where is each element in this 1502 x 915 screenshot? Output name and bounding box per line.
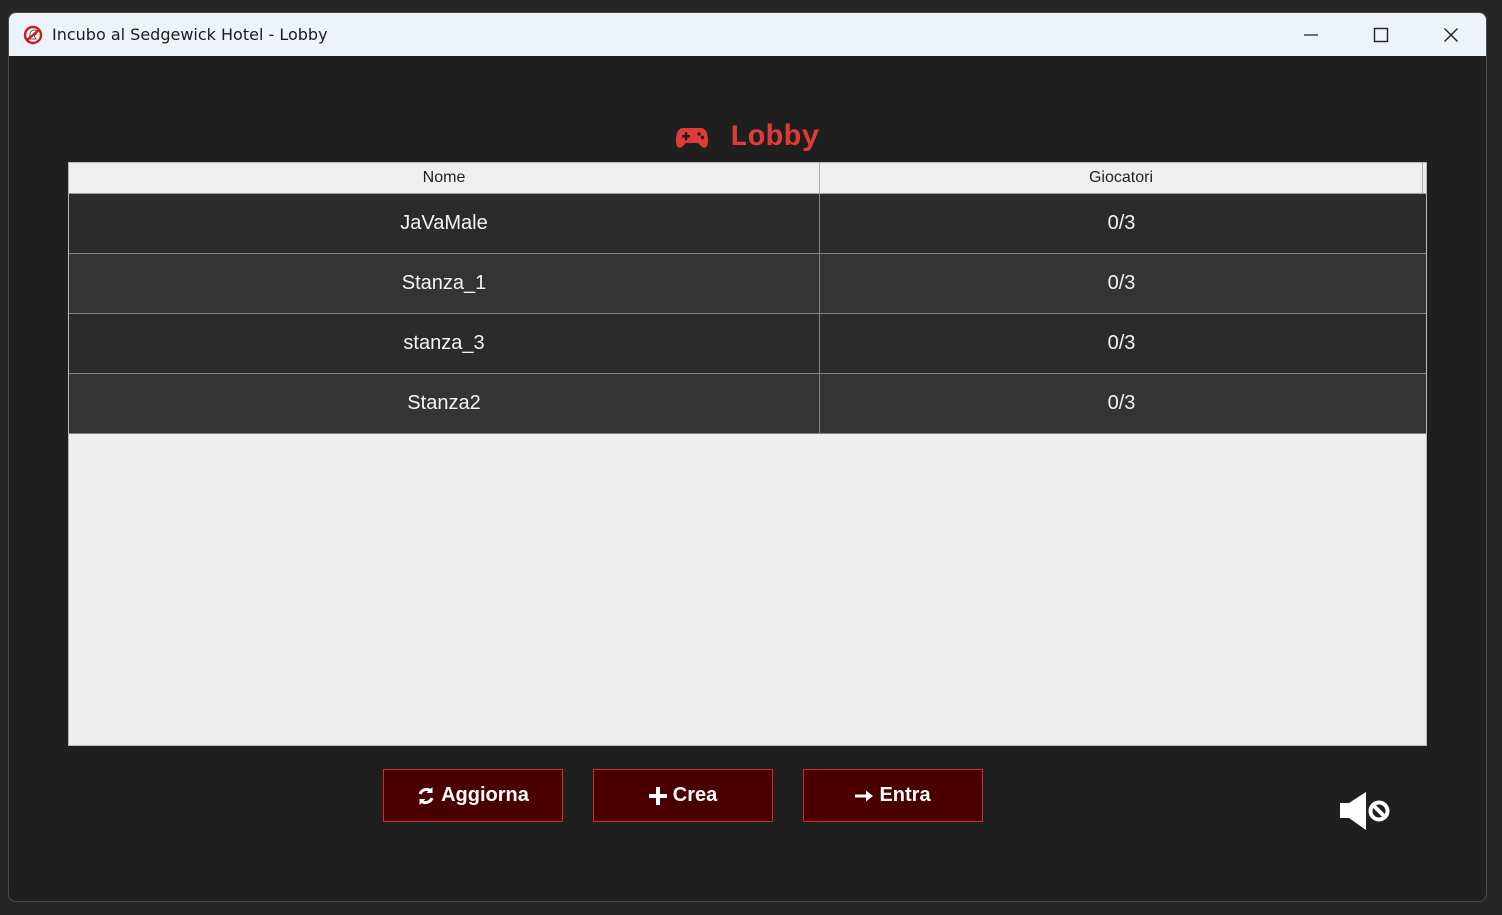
room-name-cell: Stanza2 bbox=[69, 374, 820, 433]
table-row[interactable]: Stanza_1 0/3 bbox=[69, 254, 1426, 314]
close-button[interactable] bbox=[1416, 13, 1486, 56]
desktop: Incubo al Sedgewick Hotel - Lobby Lobby … bbox=[0, 0, 1502, 915]
table-row[interactable]: stanza_3 0/3 bbox=[69, 314, 1426, 374]
maximize-button[interactable] bbox=[1346, 13, 1416, 56]
table-header: Nome Giocatori bbox=[69, 163, 1426, 194]
window-title: Incubo al Sedgewick Hotel - Lobby bbox=[52, 25, 328, 44]
create-button[interactable]: Crea bbox=[593, 769, 773, 822]
rooms-table[interactable]: Nome Giocatori JaVaMale 0/3 Stanza_1 0/3… bbox=[68, 162, 1427, 746]
table-row[interactable]: JaVaMale 0/3 bbox=[69, 194, 1426, 254]
room-players-cell: 0/3 bbox=[1107, 392, 1136, 414]
arrow-right-icon bbox=[855, 789, 874, 803]
title-bar: Incubo al Sedgewick Hotel - Lobby bbox=[9, 13, 1486, 56]
room-players-cell: 0/3 bbox=[1107, 332, 1136, 354]
plus-icon bbox=[648, 786, 667, 805]
minimize-icon bbox=[1304, 33, 1318, 36]
join-label: Entra bbox=[879, 784, 931, 806]
lobby-heading: Lobby bbox=[9, 121, 1486, 155]
refresh-icon bbox=[417, 786, 435, 806]
refresh-button[interactable]: Aggiorna bbox=[383, 769, 563, 822]
close-icon bbox=[1444, 27, 1458, 42]
create-label: Crea bbox=[672, 784, 718, 806]
mute-toggle[interactable] bbox=[1337, 790, 1393, 832]
window-controls bbox=[1276, 13, 1486, 56]
refresh-label: Aggiorna bbox=[441, 784, 529, 806]
volume-muted-icon bbox=[1340, 792, 1390, 830]
room-name-cell: stanza_3 bbox=[69, 314, 820, 373]
table-row[interactable]: Stanza2 0/3 bbox=[69, 374, 1426, 434]
column-header-giocatori[interactable]: Giocatori bbox=[820, 163, 1423, 193]
join-button[interactable]: Entra bbox=[803, 769, 983, 822]
room-players-cell: 0/3 bbox=[1107, 212, 1136, 234]
app-window: Incubo al Sedgewick Hotel - Lobby Lobby … bbox=[8, 12, 1487, 902]
gamepad-icon bbox=[676, 128, 709, 148]
minimize-button[interactable] bbox=[1276, 13, 1346, 56]
room-name-cell: JaVaMale bbox=[69, 194, 820, 253]
page-title: Lobby bbox=[729, 121, 820, 155]
room-name-cell: Stanza_1 bbox=[69, 254, 820, 313]
ghostbusters-logo-icon bbox=[23, 25, 43, 45]
column-header-nome[interactable]: Nome bbox=[69, 163, 820, 193]
room-players-cell: 0/3 bbox=[1107, 272, 1136, 294]
maximize-icon bbox=[1373, 27, 1389, 42]
action-buttons: Aggiorna Crea Entra bbox=[383, 769, 1013, 822]
